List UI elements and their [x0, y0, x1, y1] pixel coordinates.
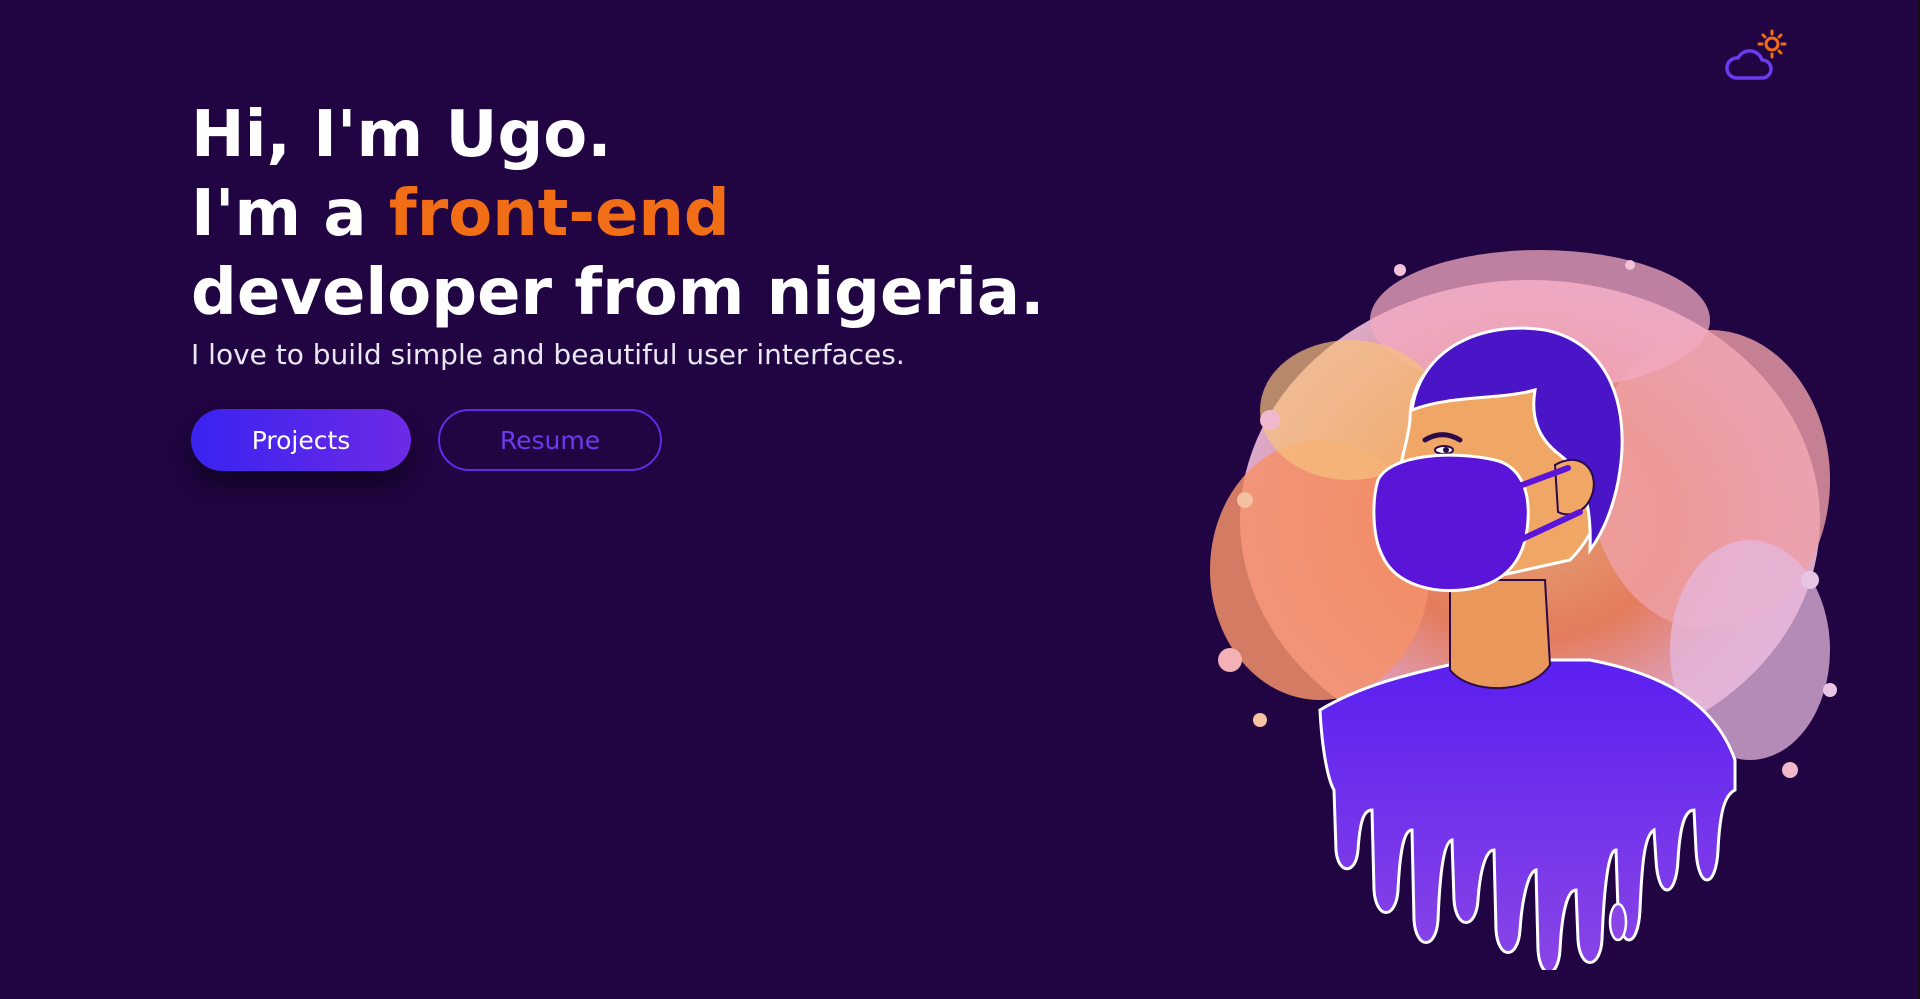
role-highlight: front-end	[388, 177, 730, 251]
theme-toggle-button[interactable]	[1722, 28, 1790, 86]
resume-button[interactable]: Resume	[438, 409, 662, 471]
location-line: developer from nigeria.	[191, 256, 1045, 330]
role-prefix: I'm a	[191, 177, 389, 251]
hero-headline: Hi, I'm Ugo. I'm a front-end developer f…	[191, 96, 1071, 333]
hero-section: Hi, I'm Ugo. I'm a front-end developer f…	[191, 96, 1071, 373]
hero-tagline: I love to build simple and beautiful use…	[191, 338, 905, 371]
masked-developer-portrait	[1210, 250, 1837, 974]
landing-page: Hi, I'm Ugo. I'm a front-end developer f…	[0, 0, 1920, 999]
greeting-line: Hi, I'm Ugo.	[191, 98, 612, 172]
developer-illustration	[1150, 250, 1860, 974]
role-line: I'm a front-end	[191, 175, 1071, 254]
cloud-sun-icon	[1725, 29, 1787, 80]
projects-button[interactable]: Projects	[191, 409, 411, 471]
cta-buttons: Projects Resume	[191, 409, 662, 471]
shirt-drips	[1318, 658, 1737, 974]
